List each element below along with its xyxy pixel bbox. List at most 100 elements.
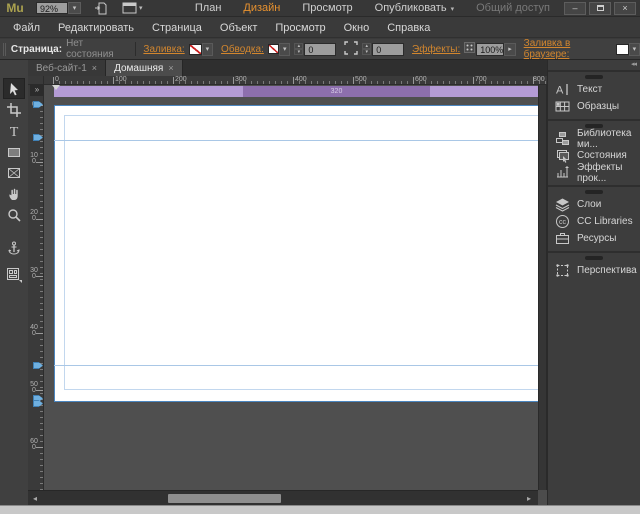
panel-swatches[interactable]: Образцы bbox=[548, 98, 640, 115]
scroll-right-icon[interactable]: ▸ bbox=[524, 493, 534, 504]
selection-arrow-icon bbox=[7, 82, 21, 96]
view-options-button[interactable]: ▾ bbox=[122, 2, 143, 14]
corner-radius-field[interactable]: 0 bbox=[372, 43, 404, 56]
view-options-icon bbox=[122, 2, 137, 14]
scroll-effects-icon bbox=[555, 165, 570, 180]
stroke-swatch[interactable] bbox=[268, 44, 279, 54]
maximize-button[interactable] bbox=[589, 2, 611, 15]
menu-file[interactable]: Файл bbox=[4, 18, 49, 38]
effects-fx-icon[interactable] bbox=[464, 42, 475, 56]
browser-fill-label[interactable]: Заливка в браузере: bbox=[524, 38, 612, 60]
menu-bar: Файл Редактировать Страница Объект Просм… bbox=[0, 18, 640, 38]
svg-text:A: A bbox=[556, 85, 564, 97]
breakpoint-chevron-icon[interactable]: » bbox=[30, 84, 44, 96]
browser-fill-swatch[interactable] bbox=[616, 44, 629, 55]
stepper-down-icon[interactable]: ▾ bbox=[362, 49, 371, 55]
effects-expand-button[interactable]: ▸ bbox=[504, 43, 515, 56]
fill-swatch[interactable] bbox=[189, 44, 202, 55]
vertical-ruler[interactable]: 0 100 200 300 400 500 600 bbox=[28, 85, 44, 490]
fill-label[interactable]: Заливка: bbox=[143, 44, 184, 55]
mode-publish[interactable]: Опубликовать▾ bbox=[375, 2, 454, 14]
stepper-down-icon[interactable]: ▾ bbox=[294, 49, 303, 55]
panel-text[interactable]: A Текст bbox=[548, 81, 640, 98]
scrollbar-thumb[interactable] bbox=[168, 494, 281, 503]
close-tab-icon[interactable]: × bbox=[168, 63, 173, 73]
breakpoint-range[interactable]: 320 bbox=[243, 86, 430, 97]
selection-tool[interactable] bbox=[3, 78, 25, 99]
panel-assets[interactable]: Ресурсы bbox=[548, 230, 640, 247]
hand-tool[interactable] bbox=[3, 183, 25, 204]
panel-scroll-effects[interactable]: Эффекты прок... bbox=[548, 164, 640, 181]
rectangle-frame-tool[interactable] bbox=[3, 162, 25, 183]
ruler-label: 600 bbox=[415, 76, 427, 83]
menu-help[interactable]: Справка bbox=[378, 18, 439, 38]
minimize-button[interactable]: – bbox=[564, 2, 586, 15]
zoom-combo[interactable]: 92% ▾ bbox=[36, 2, 81, 14]
close-button[interactable]: × bbox=[614, 2, 636, 15]
browser-fill-dropdown-button[interactable]: ▾ bbox=[629, 43, 640, 56]
swatches-icon bbox=[555, 99, 570, 114]
dock-collapse-button[interactable]: ◂◂ bbox=[548, 60, 640, 70]
panel-layers[interactable]: Слои bbox=[548, 196, 640, 213]
panel-perspective[interactable]: Перспектива bbox=[548, 262, 640, 279]
mode-preview[interactable]: Просмотр bbox=[302, 2, 352, 14]
page-canvas[interactable] bbox=[54, 105, 538, 402]
stroke-width-field[interactable]: 0 bbox=[304, 43, 336, 56]
breakpoint-bar[interactable]: 320 bbox=[54, 86, 538, 97]
menu-edit[interactable]: Редактировать bbox=[49, 18, 143, 38]
tools-panel: T bbox=[0, 60, 28, 505]
left-margin-guide[interactable] bbox=[64, 115, 65, 389]
scroll-left-icon[interactable]: ◂ bbox=[30, 493, 40, 504]
text-tool[interactable]: T bbox=[3, 120, 25, 141]
panel-cc-libraries[interactable]: cc CC Libraries bbox=[548, 213, 640, 230]
vertical-scrollbar[interactable] bbox=[538, 85, 547, 490]
group-grip-icon[interactable] bbox=[585, 256, 603, 260]
menu-object[interactable]: Объект bbox=[211, 18, 266, 38]
crop-tool[interactable] bbox=[3, 99, 25, 120]
breakpoint-marker-icon[interactable] bbox=[52, 85, 60, 90]
menu-window[interactable]: Окно bbox=[335, 18, 379, 38]
anchor-tool[interactable] bbox=[3, 237, 25, 258]
layers-icon bbox=[555, 197, 570, 212]
close-tab-icon[interactable]: × bbox=[92, 63, 97, 73]
zoom-tool[interactable] bbox=[3, 204, 25, 225]
tab-site[interactable]: Веб-сайт-1 × bbox=[28, 60, 106, 76]
rectangle-icon bbox=[7, 145, 21, 159]
footer-guide[interactable] bbox=[54, 365, 538, 366]
header-guide[interactable] bbox=[54, 140, 538, 141]
zoom-dropdown-button[interactable]: ▾ bbox=[68, 2, 81, 14]
group-grip-icon[interactable] bbox=[585, 190, 603, 194]
design-canvas[interactable]: 320 bbox=[44, 85, 538, 490]
mode-plan[interactable]: План bbox=[195, 2, 222, 14]
stroke-label[interactable]: Обводка: bbox=[221, 44, 264, 55]
stroke-dropdown-button[interactable]: ▾ bbox=[279, 43, 290, 56]
horizontal-ruler[interactable]: 0 100 200 300 400 500 600 700 800 bbox=[44, 76, 547, 85]
mode-design[interactable]: Дизайн bbox=[243, 2, 280, 14]
panel-widgets-library[interactable]: Библиотека ми... bbox=[548, 130, 640, 147]
title-bar: Mu 92% ▾ ▾ План Дизайн Просмотр Опублико… bbox=[0, 0, 640, 17]
horizontal-scrollbar[interactable]: ◂ ▸ bbox=[28, 490, 538, 505]
group-grip-icon[interactable] bbox=[585, 75, 603, 79]
rectangle-tool[interactable] bbox=[3, 141, 25, 162]
stroke-width-stepper[interactable]: ▴ ▾ bbox=[294, 43, 303, 55]
anchor-icon bbox=[7, 241, 21, 255]
widget-grid-icon bbox=[6, 267, 22, 283]
workspace-modes: План Дизайн Просмотр Опубликовать▾ Общий… bbox=[195, 2, 550, 14]
corner-radius-stepper[interactable]: ▴ ▾ bbox=[362, 43, 371, 55]
top-margin-guide[interactable] bbox=[64, 115, 538, 116]
place-file-button[interactable] bbox=[95, 2, 108, 15]
corner-radius-icon bbox=[344, 41, 358, 58]
effects-label[interactable]: Эффекты: bbox=[412, 44, 460, 55]
cc-libraries-icon: cc bbox=[555, 214, 570, 229]
panel-label: Текст bbox=[577, 84, 602, 95]
zoom-level-field[interactable]: 92% bbox=[36, 2, 68, 14]
panel-grip-icon bbox=[3, 43, 6, 56]
tab-home-page[interactable]: Домашняя × bbox=[106, 60, 183, 76]
crop-icon bbox=[7, 103, 21, 117]
bottom-margin-guide[interactable] bbox=[64, 389, 538, 390]
widget-tool[interactable] bbox=[3, 264, 25, 285]
menu-view[interactable]: Просмотр bbox=[266, 18, 334, 38]
effects-opacity-field[interactable]: 100% bbox=[476, 43, 504, 56]
fill-dropdown-button[interactable]: ▾ bbox=[202, 43, 213, 56]
menu-page[interactable]: Страница bbox=[143, 18, 211, 38]
